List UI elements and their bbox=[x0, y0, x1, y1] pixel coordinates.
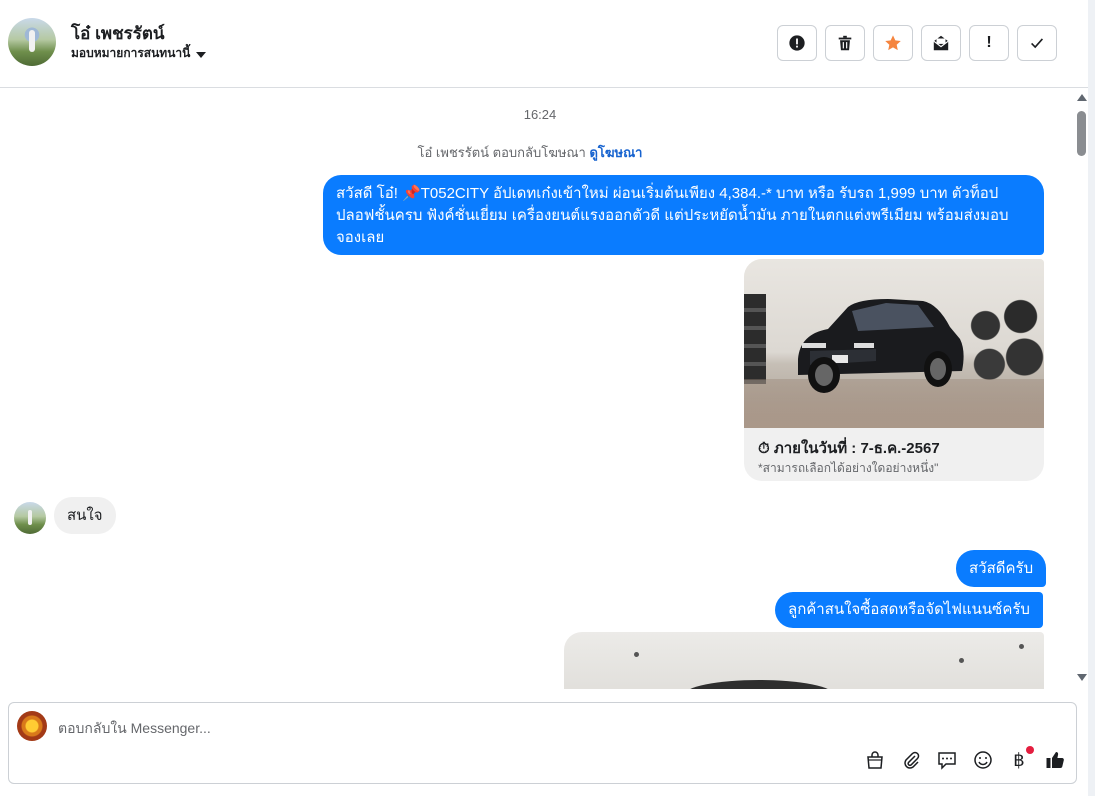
payment-button[interactable]: ฿ bbox=[1008, 746, 1034, 771]
mark-unread-button[interactable] bbox=[921, 25, 961, 61]
wall-mark bbox=[634, 652, 639, 657]
shopping-bag-button[interactable] bbox=[864, 749, 886, 771]
exclamation-icon: ! bbox=[986, 34, 992, 51]
check-icon bbox=[1031, 38, 1044, 49]
contact-avatar-small[interactable] bbox=[14, 502, 46, 534]
car-photo[interactable] bbox=[744, 259, 1044, 428]
composer-tools: ฿ bbox=[864, 746, 1066, 771]
wall-mark bbox=[1019, 644, 1024, 649]
page-edge bbox=[1088, 0, 1095, 796]
page-avatar bbox=[17, 711, 47, 741]
message-thread: 16:24 โอ๋ เพชรรัตน์ ตอบกลับโฆษณา ดูโฆษณา… bbox=[0, 89, 1072, 689]
exclamation-circle-icon bbox=[789, 35, 805, 51]
baht-icon: ฿ bbox=[1013, 749, 1025, 770]
trash-icon bbox=[838, 35, 852, 51]
car-photo-message[interactable] bbox=[564, 632, 1044, 689]
scrollbar-thumb[interactable] bbox=[1077, 111, 1086, 156]
attach-button[interactable] bbox=[900, 749, 922, 771]
thumbs-up-icon bbox=[1046, 752, 1064, 769]
paperclip-icon bbox=[904, 751, 920, 769]
mark-done-button[interactable] bbox=[1017, 25, 1057, 61]
wall-mark bbox=[959, 658, 964, 663]
card-title: ⏱ ภายในวันที่ : 7-ธ.ค.-2567 bbox=[758, 440, 940, 457]
car-roof bbox=[684, 680, 834, 689]
ad-reply-notice: โอ๋ เพชรรัตน์ ตอบกลับโฆษณา ดูโฆษณา bbox=[0, 142, 1060, 163]
emoji-icon bbox=[974, 751, 992, 769]
reply-input[interactable]: ตอบกลับใน Messenger... bbox=[58, 718, 211, 740]
scroll-down-arrow-icon[interactable] bbox=[1077, 674, 1087, 681]
saved-replies-button[interactable] bbox=[936, 749, 958, 771]
reply-composer[interactable]: ตอบกลับใน Messenger... ฿ bbox=[8, 702, 1077, 784]
tire-stack-right bbox=[966, 294, 1044, 384]
outgoing-message[interactable]: สวัสดีครับ bbox=[956, 550, 1047, 587]
ad-reply-text: โอ๋ เพชรรัตน์ ตอบกลับโฆษณา bbox=[417, 145, 586, 160]
outgoing-message[interactable]: สวัสดี โอ๋! 📌T052CITY อัปเดทเก๋งเข้าใหม่… bbox=[323, 175, 1044, 255]
notification-dot bbox=[1026, 746, 1034, 754]
like-button[interactable] bbox=[1044, 749, 1066, 771]
conversation-header: โอ๋ เพชรรัตน์ มอบหมายการสนทนานี้ ! bbox=[0, 0, 1088, 88]
saved-replies-icon bbox=[938, 752, 956, 770]
assign-label: มอบหมายการสนทนานี้ bbox=[71, 46, 191, 60]
header-actions: ! bbox=[777, 25, 1057, 61]
delete-button[interactable] bbox=[825, 25, 865, 61]
assign-conversation-dropdown[interactable]: มอบหมายการสนทนานี้ bbox=[71, 44, 207, 63]
star-button[interactable] bbox=[873, 25, 913, 61]
shopping-bag-icon bbox=[867, 751, 883, 769]
star-icon bbox=[885, 35, 901, 51]
contact-avatar[interactable] bbox=[8, 18, 56, 66]
spam-alert-button[interactable] bbox=[777, 25, 817, 61]
follow-up-button[interactable]: ! bbox=[969, 25, 1009, 61]
card-subtitle: *สามารถเลือกได้อย่างใดอย่างหนึ่ง" bbox=[758, 461, 939, 475]
incoming-message[interactable]: สนใจ bbox=[54, 497, 116, 534]
black-sedan-car bbox=[798, 299, 964, 393]
tire-stack-left bbox=[744, 294, 766, 384]
emoji-button[interactable] bbox=[972, 749, 994, 771]
contact-name[interactable]: โอ๋ เพชรรัตน์ bbox=[71, 20, 165, 47]
scroll-up-arrow-icon[interactable] bbox=[1077, 94, 1087, 101]
message-timestamp: 16:24 bbox=[523, 107, 557, 122]
outgoing-message[interactable]: ลูกค้าสนใจซื้อสดหรือจัดไฟแนนซ์ครับ bbox=[775, 592, 1043, 628]
view-ad-link[interactable]: ดูโฆษณา bbox=[589, 145, 642, 160]
ad-card[interactable]: ⏱ ภายในวันที่ : 7-ธ.ค.-2567 *สามารถเลือก… bbox=[744, 259, 1044, 481]
envelope-open-icon bbox=[933, 35, 949, 51]
chevron-down-icon bbox=[196, 51, 207, 58]
